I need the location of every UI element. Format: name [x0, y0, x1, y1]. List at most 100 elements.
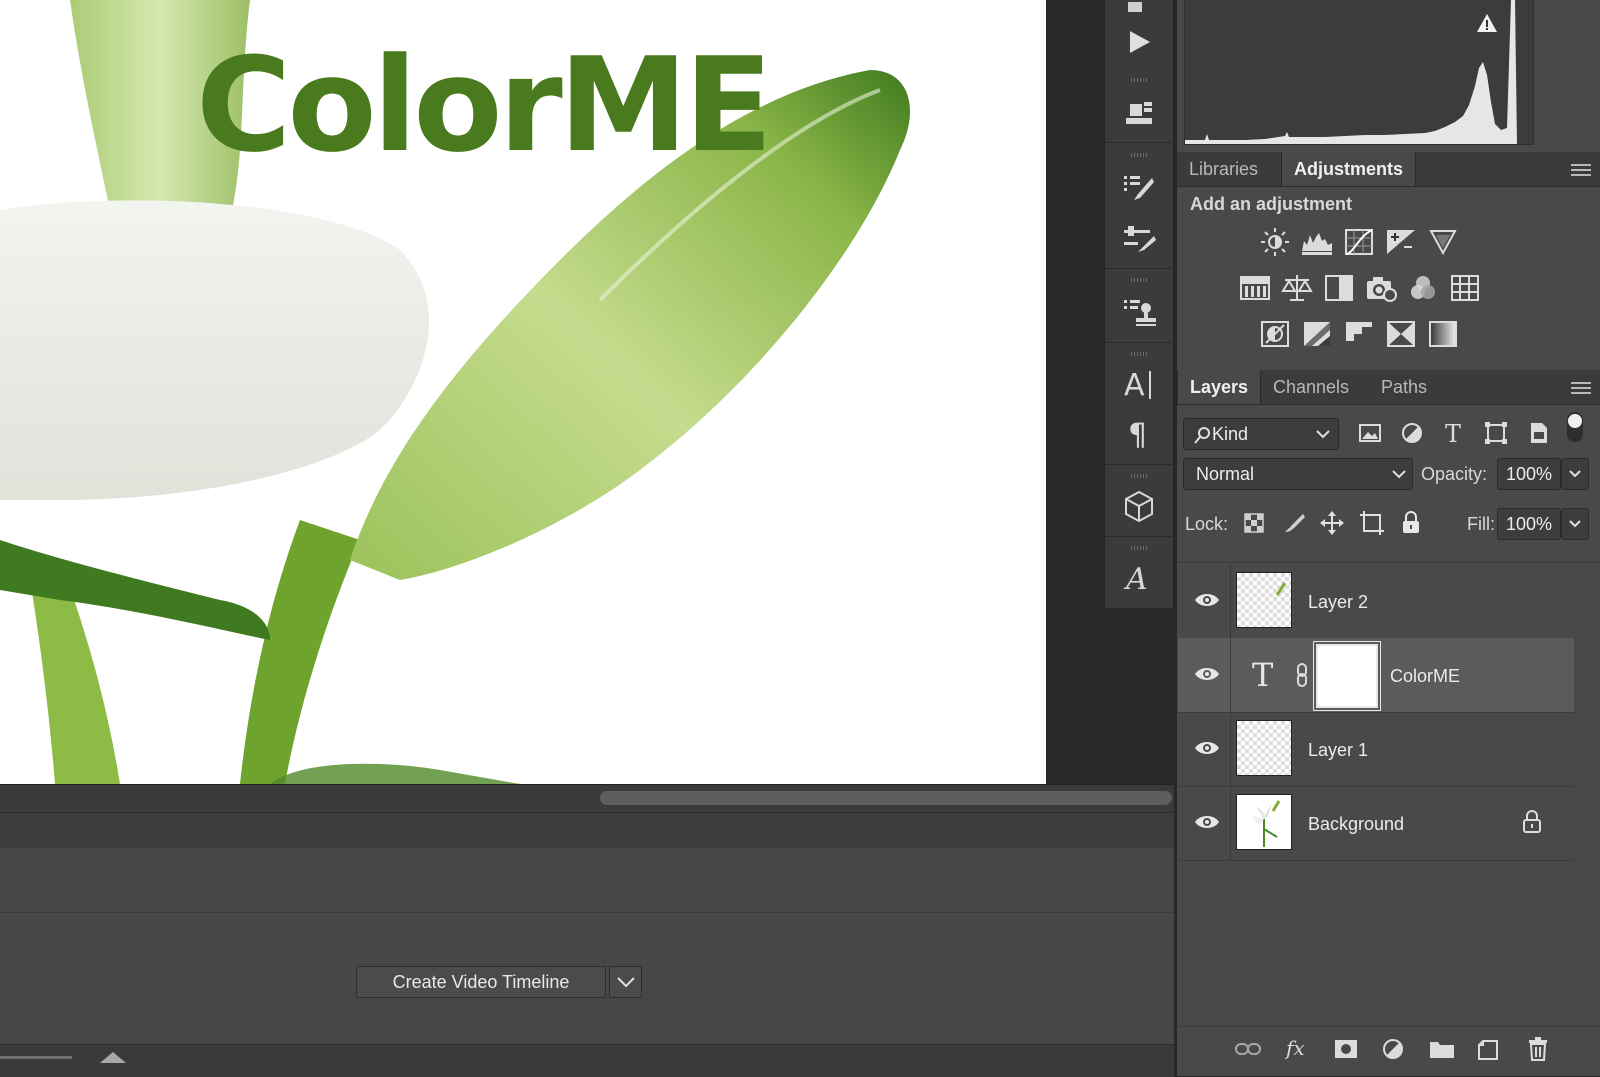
dock-grip[interactable]: [1131, 278, 1147, 282]
visibility-eye-icon[interactable]: [1194, 664, 1220, 684]
svg-text:A: A: [1123, 562, 1148, 595]
background-thumbnail: [1236, 794, 1292, 850]
fill-value: 100%: [1506, 514, 1553, 534]
histogram-graph: [1184, 0, 1534, 145]
visibility-eye-icon[interactable]: [1194, 738, 1220, 758]
channel-mixer-icon[interactable]: [1407, 272, 1439, 304]
new-layer-icon[interactable]: [1476, 1036, 1504, 1062]
svg-text:A: A: [1124, 368, 1145, 401]
filter-type-layer-icon[interactable]: T: [1441, 420, 1467, 446]
layer-style-fx-icon[interactable]: fx: [1284, 1036, 1312, 1062]
layer-mask-thumbnail[interactable]: [1316, 644, 1378, 708]
filter-shape-layer-icon[interactable]: [1483, 420, 1509, 446]
timeline-dropdown-button[interactable]: [609, 966, 642, 998]
tab-adjustments[interactable]: Adjustments: [1281, 152, 1417, 186]
lock-artboard-icon[interactable]: [1359, 510, 1385, 536]
gradient-map-icon[interactable]: [1427, 318, 1459, 350]
fill-label: Fill:: [1467, 514, 1495, 534]
timeline-header: [0, 812, 1174, 850]
new-group-folder-icon[interactable]: [1428, 1036, 1456, 1062]
mountain-zoom-icon[interactable]: [98, 1050, 128, 1064]
tab-channels[interactable]: Channels: [1261, 370, 1361, 404]
tab-libraries[interactable]: Libraries: [1177, 152, 1270, 186]
blend-mode-select[interactable]: Normal: [1183, 458, 1413, 490]
lock-all-icon[interactable]: [1399, 510, 1423, 536]
visibility-eye-icon[interactable]: [1194, 590, 1220, 610]
lock-label: Lock:: [1185, 514, 1229, 534]
layers-tabbar: Layers Channels Paths: [1177, 370, 1600, 405]
3d-properties-icon[interactable]: [1115, 90, 1163, 134]
dock-grip[interactable]: [1131, 78, 1147, 82]
link-layers-icon[interactable]: [1234, 1036, 1262, 1062]
dock-grip[interactable]: [1131, 352, 1147, 356]
layer-lock-icon[interactable]: [1522, 810, 1542, 834]
dock-grip[interactable]: [1131, 153, 1147, 157]
opacity-value: 100%: [1506, 464, 1553, 484]
filter-pixel-layer-icon[interactable]: [1357, 420, 1383, 446]
create-video-timeline-button[interactable]: Create Video Timeline: [356, 966, 606, 998]
vibrance-icon[interactable]: [1427, 226, 1459, 258]
selective-color-icon[interactable]: [1385, 318, 1417, 350]
posterize-icon[interactable]: [1301, 318, 1333, 350]
type-layer-icon: T: [1252, 656, 1274, 692]
filter-kind-value: Kind: [1212, 424, 1249, 444]
threshold-icon[interactable]: [1343, 318, 1375, 350]
layer-row-colorme[interactable]: T ColorME: [1178, 638, 1574, 713]
tab-layers[interactable]: Layers: [1177, 370, 1262, 404]
play-icon[interactable]: [1115, 20, 1163, 64]
filter-smart-object-icon[interactable]: [1525, 420, 1551, 446]
tab-paths[interactable]: Paths: [1369, 370, 1439, 404]
layer-filter-kind-select[interactable]: Kind: [1183, 418, 1339, 450]
dock-grip[interactable]: [1131, 474, 1147, 478]
delete-layer-trash-icon[interactable]: [1524, 1036, 1552, 1062]
adjustments-panel: Libraries Adjustments Add an adjustment: [1176, 152, 1600, 370]
exposure-icon[interactable]: [1385, 226, 1417, 258]
character-icon[interactable]: A: [1115, 362, 1163, 406]
clone-source-icon[interactable]: [1115, 290, 1163, 334]
hue-saturation-icon[interactable]: [1239, 272, 1271, 304]
visibility-eye-icon[interactable]: [1194, 812, 1220, 832]
lock-image-pixels-icon[interactable]: [1281, 512, 1305, 536]
opacity-input[interactable]: 100%: [1497, 458, 1561, 490]
opacity-dropdown[interactable]: [1561, 458, 1589, 490]
scrollbar-thumb[interactable]: [600, 791, 1172, 805]
layer-row-background[interactable]: Background: [1178, 786, 1574, 861]
layer-name: Layer 1: [1308, 740, 1369, 760]
timeline-zoom-slider[interactable]: [0, 1056, 72, 1059]
panel-menu-icon[interactable]: [1571, 382, 1591, 396]
color-lookup-icon[interactable]: [1449, 272, 1481, 304]
panel-menu-icon[interactable]: [1571, 164, 1591, 178]
lock-position-icon[interactable]: [1319, 510, 1345, 536]
brush-settings-icon[interactable]: [1115, 216, 1163, 260]
brush-presets-icon[interactable]: [1115, 166, 1163, 210]
panel-dock-strip: A ¶ A: [1104, 0, 1174, 608]
color-balance-icon[interactable]: [1281, 272, 1313, 304]
fill-input[interactable]: 100%: [1497, 508, 1561, 540]
brightness-contrast-icon[interactable]: [1259, 226, 1291, 258]
add-mask-icon[interactable]: [1332, 1036, 1360, 1062]
layer-thumbnail: [1236, 572, 1292, 628]
dock-separator: [1105, 536, 1173, 537]
glyphs-icon[interactable]: A: [1115, 556, 1163, 600]
dock-separator: [1105, 464, 1173, 465]
3d-icon[interactable]: [1115, 484, 1163, 528]
layer-row-layer-2[interactable]: Layer 2: [1178, 564, 1574, 639]
chain-link-icon[interactable]: [1294, 662, 1310, 688]
layer-row-layer-1[interactable]: Layer 1: [1178, 712, 1574, 787]
new-adjustment-layer-icon[interactable]: [1380, 1036, 1408, 1062]
invert-icon[interactable]: [1259, 318, 1291, 350]
black-white-icon[interactable]: [1323, 272, 1355, 304]
document-canvas[interactable]: ColorME: [0, 0, 1046, 784]
layer-name: Layer 2: [1308, 592, 1369, 612]
search-icon: [1194, 427, 1210, 444]
paragraph-icon[interactable]: ¶: [1115, 412, 1163, 456]
lock-transparent-pixels-icon[interactable]: [1243, 512, 1265, 534]
fill-dropdown[interactable]: [1561, 508, 1589, 540]
levels-icon[interactable]: [1301, 226, 1333, 258]
curves-icon[interactable]: [1343, 226, 1375, 258]
filter-toggle-switch[interactable]: [1567, 412, 1583, 442]
filter-adjustment-layer-icon[interactable]: [1399, 420, 1425, 446]
photo-filter-icon[interactable]: [1365, 272, 1397, 304]
horizontal-scrollbar[interactable]: [0, 784, 1174, 813]
dock-grip[interactable]: [1131, 546, 1147, 550]
